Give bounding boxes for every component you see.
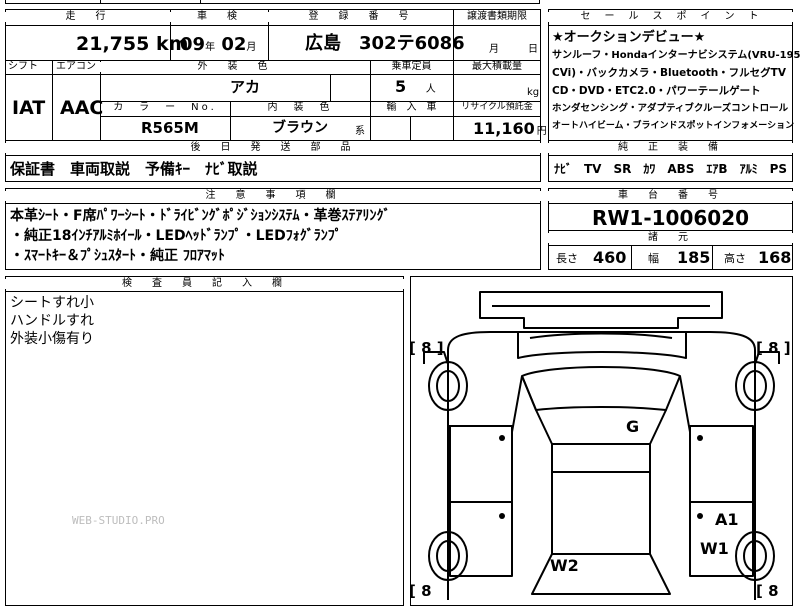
shift-label: シフト bbox=[8, 61, 38, 72]
height-label: 高さ bbox=[724, 252, 746, 265]
mileage-number: 21,755 bbox=[76, 33, 150, 55]
length-value: 460 bbox=[593, 248, 627, 267]
colorno-value: R565M bbox=[141, 119, 199, 137]
recycle-unit: 円 bbox=[536, 126, 547, 137]
watermark: WEB-STUDIO.PRO bbox=[72, 514, 165, 527]
tire-rear-left: [ 8 bbox=[409, 582, 432, 600]
damage-mark-a1: A1 bbox=[715, 510, 739, 529]
exterior-value: アカ bbox=[230, 78, 261, 96]
dims-box bbox=[548, 245, 793, 270]
dims-label: 諸 元 bbox=[548, 233, 793, 243]
notes-label: 注 意 事 項 欄 bbox=[5, 191, 541, 201]
load-unit: kg bbox=[527, 87, 540, 98]
colorno-label: カ ラ ー No. bbox=[113, 102, 217, 113]
interior-label: 内 装 色 bbox=[267, 102, 333, 113]
inspection-label: 車 検 bbox=[170, 12, 269, 22]
chassis-value: RW1-1006020 bbox=[591, 206, 750, 230]
load-label: 最大積載量 bbox=[472, 61, 522, 72]
import-label: 輸 入 車 bbox=[386, 102, 437, 113]
genuine-label: 純 正 装 備 bbox=[548, 143, 793, 153]
genuine-value: ﾅﾋﾞ TV SR ｶﾜ ABS ｴｱB ｱﾙﾐ PS PW bbox=[554, 162, 800, 176]
transfer-cell bbox=[453, 25, 541, 61]
transfer-day-unit: 日 bbox=[528, 44, 538, 55]
damage-mark-w2: W2 bbox=[550, 556, 579, 575]
transfer-label: 譲渡書類期限 bbox=[467, 11, 527, 22]
selling-line: ホンダセンシング・アダプティブクルーズコントロール bbox=[552, 103, 789, 114]
aircon-value: AAC bbox=[60, 97, 104, 119]
selling-line: オートハイビーム・ブラインドスポットインフォメーション bbox=[552, 121, 795, 131]
tire-front-right: [ 8 ] bbox=[756, 339, 791, 357]
notes-line: 本革ｼｰﾄ・F席ﾊﾟﾜｰｼｰﾄ・ﾄﾞﾗｲﾋﾞﾝｸﾞﾎﾟｼﾞｼｮﾝｼｽﾃﾑ・革巻ｽ… bbox=[10, 208, 391, 224]
tire-rear-right: [ 8 bbox=[756, 582, 779, 600]
shift-value: IAT bbox=[12, 97, 46, 119]
inspector-line: 外装小傷有り bbox=[10, 331, 94, 347]
notes-line: ・純正18ｲﾝﾁｱﾙﾐﾎｲｰﾙ・LEDﾍｯﾄﾞﾗﾝﾌﾟ・LEDﾌｫｸﾞﾗﾝﾌﾟ bbox=[10, 228, 342, 244]
inspection-month-unit: 月 bbox=[246, 42, 257, 53]
width-value: 185 bbox=[677, 248, 711, 267]
inspection-year: 09 bbox=[180, 34, 206, 55]
aircon-label: エアコン bbox=[56, 61, 96, 72]
interior-value: ブラウン bbox=[272, 120, 328, 136]
notes-line: ・ｽﾏｰﾄｷｰ＆ﾌﾟｼｭｽﾀｰﾄ・純正 ﾌﾛｱﾏｯﾄ bbox=[10, 248, 225, 264]
damage-mark-g: G bbox=[626, 417, 640, 436]
width-label: 幅 bbox=[648, 252, 659, 265]
recycle-value: 11,160 円 bbox=[473, 121, 547, 137]
top-cropped-row bbox=[5, 0, 540, 4]
capacity-value: 5 人 bbox=[395, 79, 436, 95]
inspection-year-unit: 年 bbox=[205, 42, 216, 53]
damage-mark-w1: W1 bbox=[700, 539, 729, 558]
inspector-line: ハンドルすれ bbox=[10, 313, 94, 329]
mileage-label: 走 行 bbox=[5, 12, 171, 22]
registration-value: 広島 302テ6086 bbox=[305, 33, 465, 54]
rear-parts-value: 保証書 車両取説 予備ｷｰ ﾅﾋﾞ取説 bbox=[10, 160, 258, 178]
recycle-label: リサイクル預託金 bbox=[461, 102, 533, 112]
selling-line: サンルーフ・Hondaインターナビシステム(VRU-195 bbox=[552, 50, 800, 61]
interior-unit: 系 bbox=[355, 126, 365, 137]
selling-line: CVi)・バックカメラ・Bluetooth・フルセグTV bbox=[552, 67, 786, 79]
inspector-line: シートすれ小 bbox=[10, 295, 94, 311]
exterior-label: 外 装 色 bbox=[100, 62, 370, 72]
transfer-month-unit: 月 bbox=[489, 44, 499, 55]
capacity-number: 5 bbox=[395, 77, 407, 96]
registration-label: 登 録 番 号 bbox=[268, 12, 454, 22]
tire-front-left: [ 8 ] bbox=[409, 339, 444, 357]
capacity-label: 乗車定員 bbox=[391, 61, 432, 72]
inspection-month: 02 bbox=[221, 34, 247, 55]
rear-parts-label: 後 日 発 送 部 品 bbox=[5, 143, 541, 153]
selling-line: ★オークションデビュー★ bbox=[552, 30, 706, 45]
inspector-label: 検 査 員 記 入 欄 bbox=[5, 279, 404, 289]
car-diagram bbox=[423, 291, 780, 600]
selling-label: セ ー ル ス ポ イ ン ト bbox=[548, 12, 793, 22]
height-value: 168 bbox=[758, 248, 792, 267]
selling-line: CD・DVD・ETC2.0・パワーテールゲート bbox=[552, 85, 761, 97]
inspection-value: 09年 02月 bbox=[180, 36, 256, 54]
recycle-number: 11,160 bbox=[473, 119, 535, 138]
chassis-label: 車 台 番 号 bbox=[548, 191, 793, 201]
capacity-unit: 人 bbox=[425, 84, 436, 95]
length-label: 長さ bbox=[556, 252, 578, 265]
